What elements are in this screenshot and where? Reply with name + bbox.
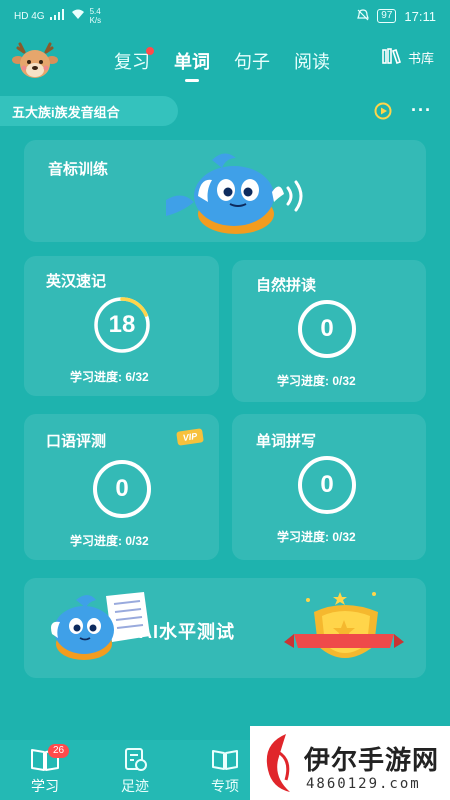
mute-icon [357,8,370,24]
library-label: 书库 [407,51,434,66]
battery-indicator: 97 [377,9,397,23]
calendar-clock-icon [100,746,170,774]
phonics-card[interactable]: 自然拼读 0 学习进度: 0/32 [232,260,426,402]
library-button[interactable]: 书库 [382,48,434,67]
current-book-selector[interactable]: 五大族i族发音组合 [0,96,178,126]
tab-review-label: 复习 [114,52,150,72]
tab-review[interactable]: 复习 [114,47,154,74]
memorize-progress-ring: 18 [93,296,151,354]
memorize-title: 英汉速记 [46,273,107,290]
memorize-card[interactable]: 英汉速记 18 学习进度: 6/32 [24,256,219,396]
watermark-text: 伊尔手游网 [304,745,440,775]
play-icon[interactable] [373,101,393,121]
current-book-title: 五大族i族发音组合 [12,104,120,120]
nav-study[interactable]: 26 学习 [10,744,80,796]
nav-footprint[interactable]: 足迹 [100,746,170,796]
speed-unit: K/s [89,16,102,25]
main-tabs: 复习 单词 句子 阅读 [114,47,330,82]
tab-reading[interactable]: 阅读 [294,48,330,74]
ai-test-card[interactable]: AI水平测试 [24,578,426,678]
memorize-progress-text: 学习进度: 6/32 [70,370,149,384]
nav-footprint-label: 足迹 [121,778,149,794]
watermark-url: 4860129.com [306,776,421,792]
deer-avatar-icon[interactable] [12,40,58,80]
phonetic-training-card[interactable]: 音标训练 [24,140,426,242]
book-bar-actions: ··· [373,100,432,121]
network-indicator: HD 4G [14,10,45,22]
bookshelf-icon [382,48,402,67]
phonics-count: 0 [298,300,356,358]
open-book-icon [10,746,80,774]
nav-study-label: 学习 [31,778,59,794]
spelling-progress-text: 学习进度: 0/32 [277,530,356,544]
signal-icon [49,9,66,23]
tab-reading-label: 阅读 [294,52,330,72]
clock: 17:11 [404,8,436,24]
fish-mascot-icon [164,150,314,243]
speed-value: 5.4 [89,7,101,16]
speaking-count: 0 [93,460,151,518]
status-bar: HD 4G 5.4 K/s 97 17:11 [0,0,450,32]
wifi-icon [71,9,85,23]
tab-sentences[interactable]: 句子 [234,48,270,74]
spelling-count: 0 [298,456,356,514]
ai-test-title: AI水平测试 [139,622,235,642]
watermark: 伊尔手游网 4860129.com [250,726,450,800]
shield-trophy-icon [274,586,414,677]
tab-words-label: 单词 [174,52,210,72]
study-badge: 26 [48,744,70,758]
spelling-card[interactable]: 单词拼写 0 学习进度: 0/32 [232,414,426,560]
more-icon[interactable]: ··· [411,100,432,121]
tab-words[interactable]: 单词 [174,48,210,82]
top-nav: 复习 单词 句子 阅读 书库 [0,36,450,86]
speaking-progress-text: 学习进度: 0/32 [70,534,149,548]
network-speed: 5.4 K/s [90,7,102,25]
notification-dot [146,47,154,55]
speaking-title: 口语评测 [46,433,107,450]
phonics-progress-text: 学习进度: 0/32 [277,374,356,388]
watermark-logo-icon [256,730,300,800]
memorize-count: 18 [108,311,136,338]
spelling-title: 单词拼写 [256,433,317,450]
phonetic-training-title: 音标训练 [48,161,109,178]
phonics-title: 自然拼读 [256,277,317,294]
speaking-card[interactable]: 口语评测 VIP 0 学习进度: 0/32 [24,414,219,560]
vip-badge: VIP [176,428,204,446]
tab-sentences-label: 句子 [234,52,270,72]
